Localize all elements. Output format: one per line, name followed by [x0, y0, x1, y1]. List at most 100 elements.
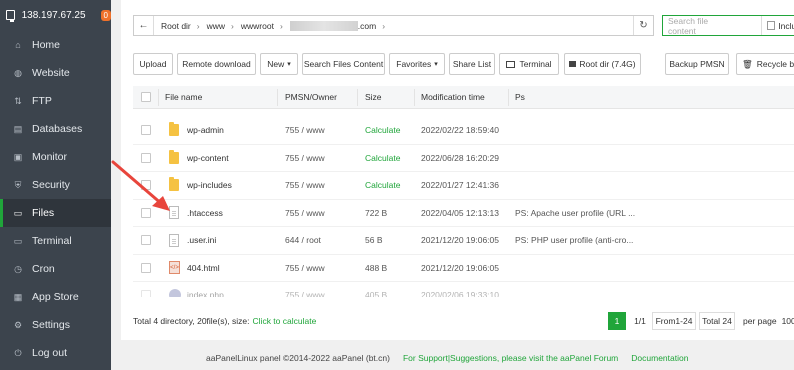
- header-modification-time[interactable]: Modification time: [421, 86, 485, 108]
- row-checkbox[interactable]: [141, 235, 151, 246]
- chevron-down-icon: ▾: [287, 61, 291, 68]
- refresh-icon[interactable]: ↻: [633, 16, 653, 35]
- table-row[interactable]: index.php 755 / www 405 B 2020/02/06 19:…: [133, 282, 794, 297]
- file-ps[interactable]: PS: PHP user profile (anti-cro...: [515, 227, 633, 254]
- row-checkbox[interactable]: [141, 290, 151, 297]
- table-row[interactable]: .htaccess 755 / www 722 B 2022/04/05 12:…: [133, 200, 794, 227]
- sidebar-item-label: Settings: [32, 319, 70, 331]
- chevron-right-icon: ›: [382, 20, 386, 31]
- sidebar-item-website[interactable]: ◍ Website: [0, 59, 111, 87]
- file-perm[interactable]: 755 / www: [285, 117, 325, 144]
- table-row[interactable]: wp-admin 755 / www Calculate 2022/02/22 …: [133, 117, 794, 145]
- sidebar-item-files[interactable]: ▭ Files: [0, 199, 111, 227]
- html-file-icon: </>: [169, 261, 180, 275]
- root-dir-button[interactable]: Root dir (7.4G): [564, 53, 641, 75]
- per-page-value[interactable]: 100: [782, 316, 794, 326]
- backup-pmsn-button[interactable]: Backup PMSN: [665, 53, 729, 75]
- new-dropdown-button[interactable]: New ▾: [260, 53, 298, 75]
- appstore-icon: ▦: [13, 291, 23, 302]
- row-checkbox[interactable]: [141, 207, 151, 218]
- breadcrumb-www[interactable]: www: [207, 21, 225, 31]
- folder-icon: [169, 122, 179, 137]
- column-divider: [414, 89, 415, 106]
- file-manager-panel: ← Root dir › www › wwwroot › .com › ↻ Search…: [121, 0, 794, 340]
- calculate-total-link[interactable]: Click to calculate: [253, 316, 317, 326]
- support-forum-link[interactable]: For Support|Suggestions, please visit th…: [403, 353, 618, 363]
- home-icon: ⌂: [15, 40, 21, 50]
- shield-icon: ⛨: [14, 179, 22, 190]
- file-name[interactable]: wp-content: [187, 145, 229, 172]
- table-row[interactable]: </> 404.html 755 / www 488 B 2021/12/20 …: [133, 255, 794, 282]
- total-count: Total 24: [699, 312, 735, 330]
- table-row[interactable]: wp-includes 755 / www Calculate 2022/01/…: [133, 172, 794, 200]
- table-row[interactable]: .user.ini 644 / root 56 B 2021/12/20 19:…: [133, 227, 794, 255]
- calculate-size-link[interactable]: Calculate: [365, 145, 400, 172]
- file-name[interactable]: .htaccess: [187, 200, 223, 227]
- file-name[interactable]: wp-includes: [187, 172, 232, 199]
- search-file-content-input[interactable]: Search file content Includ: [662, 15, 794, 36]
- sidebar-item-cron[interactable]: ◷ Cron: [0, 255, 111, 283]
- sidebar-item-settings[interactable]: ⚙ Settings: [0, 311, 111, 339]
- row-checkbox[interactable]: [141, 262, 151, 273]
- column-divider: [277, 89, 278, 106]
- per-page-select[interactable]: per page 100: [739, 312, 794, 330]
- breadcrumb-wwwroot[interactable]: wwwroot: [241, 21, 274, 31]
- column-divider: [357, 89, 358, 106]
- sidebar-item-label: Cron: [32, 263, 55, 275]
- notification-badge[interactable]: 0: [100, 9, 111, 21]
- file-perm[interactable]: 755 / www: [285, 282, 325, 297]
- row-checkbox[interactable]: [141, 125, 151, 136]
- calculate-size-link[interactable]: Calculate: [365, 172, 400, 199]
- header-pmsn-owner[interactable]: PMSN/Owner: [285, 86, 337, 108]
- select-all-checkbox[interactable]: [141, 92, 151, 102]
- file-mtime: 2022/04/05 12:13:13: [421, 207, 499, 218]
- file-perm[interactable]: 644 / root: [285, 227, 321, 254]
- file-perm[interactable]: 755 / www: [285, 255, 325, 282]
- breadcrumb-root[interactable]: Root dir: [161, 21, 191, 31]
- sidebar-item-monitor[interactable]: ▣ Monitor: [0, 143, 111, 171]
- remote-download-button[interactable]: Remote download: [177, 53, 256, 75]
- terminal-button[interactable]: Terminal: [499, 53, 559, 75]
- table-row[interactable]: wp-content 755 / www Calculate 2022/06/2…: [133, 145, 794, 172]
- file-perm[interactable]: 755 / www: [285, 172, 325, 199]
- sidebar-item-label: Home: [32, 39, 61, 51]
- terminal-icon: ▭: [13, 235, 23, 246]
- calculate-size-link[interactable]: Calculate: [365, 117, 400, 144]
- file-name[interactable]: wp-admin: [187, 117, 224, 144]
- search-files-content-button[interactable]: Search Files Content: [302, 53, 385, 75]
- documentation-link[interactable]: Documentation: [631, 353, 688, 363]
- share-list-button[interactable]: Share List: [449, 53, 495, 75]
- include-subdir-checkbox[interactable]: [766, 21, 776, 30]
- sidebar-item-home[interactable]: ⌂ Home: [0, 31, 111, 59]
- favorites-dropdown-button[interactable]: Favorites ▾: [389, 53, 445, 75]
- sidebar-item-app-store[interactable]: ▦ App Store: [0, 283, 111, 311]
- copyright-text: aaPanelLinux panel ©2014-2022 aaPanel (b…: [206, 352, 390, 363]
- server-ip: 138.197.67.25: [21, 9, 86, 21]
- sidebar-item-logout[interactable]: ⏻ Log out: [0, 339, 111, 367]
- sidebar-item-terminal[interactable]: ▭ Terminal: [0, 227, 111, 255]
- row-checkbox[interactable]: [141, 152, 151, 163]
- breadcrumb-domain-suffix[interactable]: .com: [358, 21, 376, 31]
- column-divider: [508, 89, 509, 106]
- file-size: 488 B: [365, 262, 388, 273]
- sidebar-item-security[interactable]: ⛨ Security: [0, 171, 111, 199]
- header-size[interactable]: Size: [365, 86, 382, 108]
- row-checkbox[interactable]: [141, 180, 151, 191]
- back-arrow-icon[interactable]: ←: [134, 16, 154, 35]
- file-perm[interactable]: 755 / www: [285, 200, 325, 227]
- page-current-button[interactable]: 1: [608, 312, 626, 330]
- sidebar-item-ftp[interactable]: ⇅ FTP: [0, 87, 111, 115]
- file-mtime: 2022/02/22 18:59:40: [421, 125, 499, 136]
- upload-button[interactable]: Upload: [133, 53, 173, 75]
- recycle-bin-button[interactable]: 🗑Recycle bin: [736, 53, 794, 75]
- file-name[interactable]: .user.ini: [187, 227, 216, 254]
- path-bar[interactable]: ← Root dir › www › wwwroot › .com › ↻: [133, 15, 654, 36]
- file-name[interactable]: 404.html: [187, 255, 220, 282]
- header-file-name[interactable]: File name: [165, 86, 202, 108]
- search-placeholder: Search file content: [668, 15, 709, 36]
- terminal-icon: [506, 60, 516, 68]
- file-ps[interactable]: PS: Apache user profile (URL ...: [515, 200, 635, 227]
- file-name[interactable]: index.php: [187, 282, 224, 297]
- file-perm[interactable]: 755 / www: [285, 145, 325, 172]
- sidebar-item-databases[interactable]: ▤ Databases: [0, 115, 111, 143]
